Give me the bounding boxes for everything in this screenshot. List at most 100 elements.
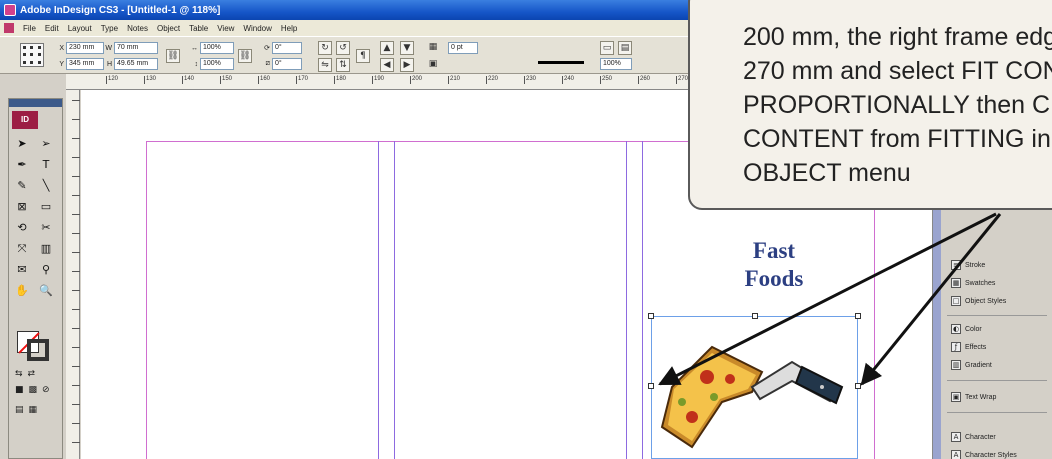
apply-color-icon[interactable]: ■ [15,385,24,395]
stroke-weight-input[interactable]: 0 pt [448,42,478,54]
rect-icon[interactable]: ▭ [37,198,55,215]
eyedropper-icon[interactable]: ⚲ [37,261,55,278]
panel-character[interactable]: A Character [951,432,996,442]
gradient-icon[interactable]: ▥ [37,240,55,257]
heading-fast[interactable]: Fast [714,238,834,264]
swap-colors-row: ⇆ ⇄ [15,369,35,379]
y-position-input[interactable]: 345 mm [66,58,104,70]
hand-icon[interactable]: ✋ [13,282,31,299]
pen-icon[interactable]: ✒ [13,156,31,173]
rotate-field[interactable]: ⟳ 0° [262,42,302,54]
x-position-field[interactable]: X 230 mm [56,42,104,54]
shear-input[interactable]: 0° [272,58,302,70]
ruler-tick [334,76,335,84]
paragraph-icon[interactable]: ¶ [356,49,370,63]
menu-object[interactable]: Object [157,24,180,33]
ruler-tick [676,76,677,84]
frame-handle[interactable] [648,383,654,389]
scale-x-input[interactable]: 100% [200,42,234,54]
pizza-image-frame[interactable] [648,313,861,459]
height-input[interactable]: 49.65 mm [114,58,158,70]
apply-gradient-icon[interactable]: ▩ [29,385,38,395]
panel-text-wrap[interactable]: ▣ Text Wrap [951,392,996,402]
opacity-input[interactable]: 100% [600,58,632,70]
stroke-type-swatch[interactable] [538,61,584,64]
scale-y-input[interactable]: 100% [200,58,234,70]
line-icon[interactable]: ╲ [37,177,55,194]
frame-handle[interactable] [752,313,758,319]
frame-handle[interactable] [855,383,861,389]
menu-view[interactable]: View [217,24,234,33]
scale-y-field[interactable]: ↕ 100% [190,58,234,70]
select-previous-icon[interactable]: ◀ [380,58,394,72]
panel-stroke[interactable]: ≡ Stroke [951,260,985,270]
constrain-scale-icon[interactable]: ⛓ [238,49,252,63]
panel-color[interactable]: ◐ Color [951,324,982,334]
tools-panel-header[interactable] [9,99,62,107]
ruler-label: 160 [260,76,271,82]
free-transform-icon[interactable]: ⤧ [13,240,31,257]
panel-swatches[interactable]: ▦ Swatches [951,278,995,288]
ruler-tick [72,138,80,139]
normal-view-icon[interactable]: ▤ [15,405,24,415]
panel-character-styles[interactable]: A Character Styles [951,450,1017,459]
menu-help[interactable]: Help [281,24,297,33]
note-icon[interactable]: ✉ [13,261,31,278]
stroke-weight-field[interactable]: 0 pt [448,42,478,54]
fill-stroke-swatches[interactable] [17,331,51,361]
menu-type[interactable]: Type [101,24,118,33]
menu-window[interactable]: Window [243,24,271,33]
select-content-icon[interactable]: ▼ [400,41,414,55]
heading-foods[interactable]: Foods [714,266,834,292]
shear-field[interactable]: ⧄ 0° [262,58,302,70]
document-icon [4,23,14,33]
stroke-swatch-icon[interactable]: ▣ [426,58,440,72]
scale-x-field[interactable]: ↔ 100% [190,42,234,54]
flip-vertical-icon[interactable]: ⇅ [336,58,350,72]
menu-layout[interactable]: Layout [68,24,92,33]
constrain-proportions-icon[interactable]: ⛓ [166,49,180,63]
zoom-icon[interactable]: 🔍 [37,282,55,299]
rotate-cw-icon[interactable]: ↻ [318,41,332,55]
rotate-input[interactable]: 0° [272,42,302,54]
panel-effects[interactable]: ƒ Effects [951,342,986,352]
fill-swatch-icon[interactable]: ▦ [426,41,440,55]
frame-handle[interactable] [855,313,861,319]
default-colors-icon[interactable]: ⇆ [15,369,23,379]
stroke-swatch[interactable] [27,339,49,361]
rect-frame-icon[interactable]: ⊠ [13,198,31,215]
zoom-field[interactable]: 100% [600,58,632,70]
type-icon[interactable]: T [37,156,55,173]
wrap-none-icon[interactable]: ▭ [600,41,614,55]
select-next-icon[interactable]: ▶ [400,58,414,72]
wrap-bounding-icon[interactable]: ▤ [618,41,632,55]
panel-object-styles[interactable]: □ Object Styles [951,296,1006,306]
flip-horizontal-icon[interactable]: ⇋ [318,58,332,72]
object-styles-panel-icon: □ [951,296,961,306]
direct-select-icon[interactable]: ➢ [37,135,55,152]
swap-icon[interactable]: ⇄ [28,369,36,379]
ruler-tick [72,347,80,348]
reference-point-selector[interactable] [20,43,44,67]
width-field[interactable]: W 70 mm [104,42,158,54]
pointer-icon[interactable]: ➤ [13,135,31,152]
scissors-icon[interactable]: ✂ [37,219,55,236]
width-input[interactable]: 70 mm [114,42,158,54]
menu-edit[interactable]: Edit [45,24,59,33]
menu-file[interactable]: File [23,24,36,33]
swatches-panel-icon: ▦ [951,278,961,288]
x-position-input[interactable]: 230 mm [66,42,104,54]
panel-gradient[interactable]: ▥ Gradient [951,360,992,370]
frame-handle[interactable] [648,313,654,319]
preview-view-icon[interactable]: ▦ [29,405,38,415]
menu-table[interactable]: Table [189,24,208,33]
select-container-icon[interactable]: ▲ [380,41,394,55]
menu-notes[interactable]: Notes [127,24,148,33]
gradient-panel-icon: ▥ [951,360,961,370]
pencil-icon[interactable]: ✎ [13,177,31,194]
rotate-icon[interactable]: ⟲ [13,219,31,236]
apply-none-icon[interactable]: ⊘ [42,385,50,395]
height-field[interactable]: H 49.65 mm [104,58,158,70]
y-position-field[interactable]: Y 345 mm [56,58,104,70]
rotate-ccw-icon[interactable]: ↺ [336,41,350,55]
